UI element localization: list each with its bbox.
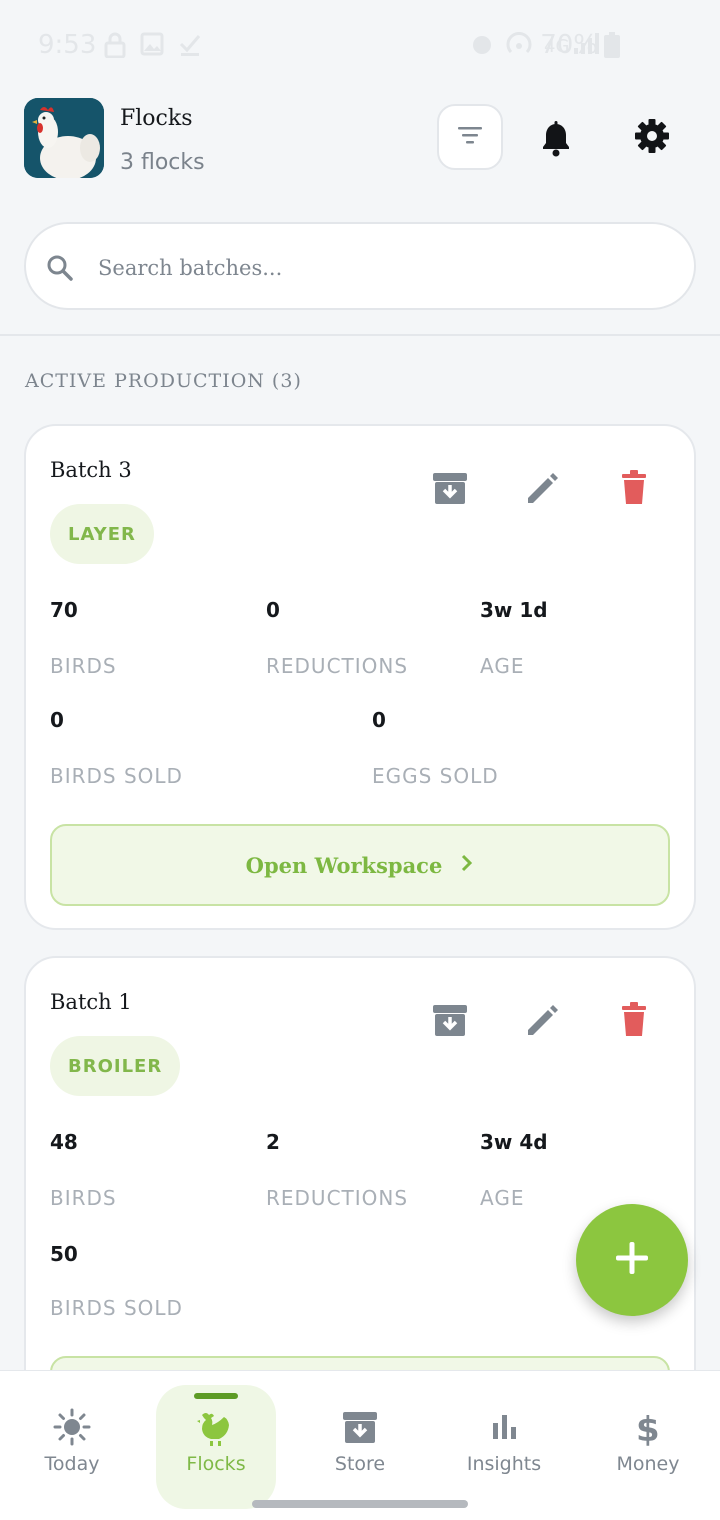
trash-icon — [614, 1002, 654, 1044]
birds-value: 70 — [50, 598, 78, 622]
reductions-label: REDUCTIONS — [266, 1186, 409, 1210]
pencil-icon — [522, 473, 562, 512]
battery-percent: 70% — [540, 30, 598, 60]
archive-button[interactable] — [430, 468, 470, 508]
age-label: AGE — [480, 654, 525, 678]
page-title: Flocks — [120, 106, 193, 131]
nav-label: Store — [334, 1453, 386, 1475]
batch-card: Batch 3 LAYER 70 BIRDS 0 REDUCTIONS 3w 1… — [24, 424, 696, 930]
chicken-icon — [196, 1407, 236, 1447]
nav-money[interactable]: $ Money — [576, 1371, 720, 1520]
batch-name: Batch 1 — [50, 990, 132, 1014]
age-label: AGE — [480, 1186, 525, 1210]
nav-label: Money — [616, 1453, 680, 1475]
chevron-right-icon — [460, 853, 474, 878]
birds-sold-label: BIRDS SOLD — [50, 1296, 183, 1320]
age-value: 3w 1d — [480, 598, 548, 622]
status-bar: 9:53 4G 70% — [0, 0, 720, 96]
plus-icon — [612, 1238, 652, 1282]
image-icon — [140, 32, 164, 58]
edit-button[interactable] — [522, 1000, 562, 1040]
status-time: 9:53 — [38, 30, 97, 60]
alarm-icon — [470, 32, 494, 56]
reductions-label: REDUCTIONS — [266, 654, 409, 678]
nav-flocks[interactable]: Flocks — [144, 1371, 288, 1520]
birds-sold-value: 0 — [50, 708, 64, 732]
nav-today[interactable]: Today — [0, 1371, 144, 1520]
dollar-icon: $ — [628, 1407, 668, 1450]
edit-button[interactable] — [522, 468, 562, 508]
settings-button[interactable] — [632, 116, 672, 156]
delete-button[interactable] — [614, 468, 654, 508]
check-icon — [178, 32, 202, 58]
nav-label: Today — [44, 1453, 100, 1475]
filter-button[interactable] — [437, 104, 503, 170]
batch-name: Batch 3 — [50, 458, 132, 482]
lock-icon — [104, 32, 126, 58]
batch-card: Batch 1 BROILER 48 BIRDS 2 REDUCTIONS 3w… — [24, 956, 696, 1438]
nav-insights[interactable]: Insights — [432, 1371, 576, 1520]
delete-button[interactable] — [614, 1000, 654, 1040]
archive-button[interactable] — [430, 1000, 470, 1040]
batch-type-badge: LAYER — [50, 504, 154, 564]
age-value: 3w 4d — [480, 1130, 548, 1154]
archive-icon — [430, 473, 470, 512]
section-title: ACTIVE PRODUCTION (3) — [25, 370, 302, 392]
flock-avatar[interactable] — [24, 98, 104, 178]
search-input[interactable] — [98, 246, 658, 290]
eggs-sold-value: 0 — [372, 708, 386, 732]
reductions-value: 2 — [266, 1130, 280, 1154]
nav-store[interactable]: Store — [288, 1371, 432, 1520]
pencil-icon — [522, 1005, 562, 1044]
search-bar[interactable] — [24, 222, 696, 310]
gear-icon — [632, 119, 672, 160]
bottom-nav: Today Flocks Store Insights $ Money — [0, 1370, 720, 1520]
search-icon — [46, 254, 74, 286]
birds-value: 48 — [50, 1130, 78, 1154]
battery-status: 70% — [540, 30, 620, 60]
eggs-sold-label: EGGS SOLD — [372, 764, 499, 788]
status-left-icons — [104, 32, 202, 58]
birds-label: BIRDS — [50, 654, 117, 678]
nav-label: Flocks — [186, 1453, 246, 1475]
nav-label: Insights — [466, 1453, 542, 1475]
add-batch-button[interactable] — [576, 1204, 688, 1316]
reductions-value: 0 — [266, 598, 280, 622]
app-header: Flocks 3 flocks — [0, 96, 720, 206]
home-indicator[interactable] — [252, 1500, 468, 1508]
batch-type-badge: BROILER — [50, 1036, 181, 1096]
nav-active-indicator — [194, 1393, 238, 1399]
trash-icon — [614, 470, 654, 512]
archive-icon — [340, 1407, 380, 1447]
bell-icon — [536, 121, 576, 162]
sun-icon — [52, 1407, 92, 1447]
birds-sold-value: 50 — [50, 1242, 78, 1266]
battery-icon — [604, 32, 620, 58]
header-divider — [0, 334, 720, 336]
chicken-photo — [24, 98, 104, 178]
open-workspace-button[interactable]: Open Workspace — [50, 824, 670, 906]
bar-chart-icon — [484, 1407, 524, 1447]
notifications-button[interactable] — [536, 118, 576, 158]
filter-icon — [457, 125, 483, 149]
svg-text:$: $ — [636, 1410, 660, 1447]
birds-label: BIRDS — [50, 1186, 117, 1210]
open-workspace-label: Open Workspace — [245, 852, 443, 878]
flock-count: 3 flocks — [120, 150, 205, 175]
birds-sold-label: BIRDS SOLD — [50, 764, 183, 788]
hotspot-icon — [506, 32, 532, 56]
archive-icon — [430, 1005, 470, 1044]
